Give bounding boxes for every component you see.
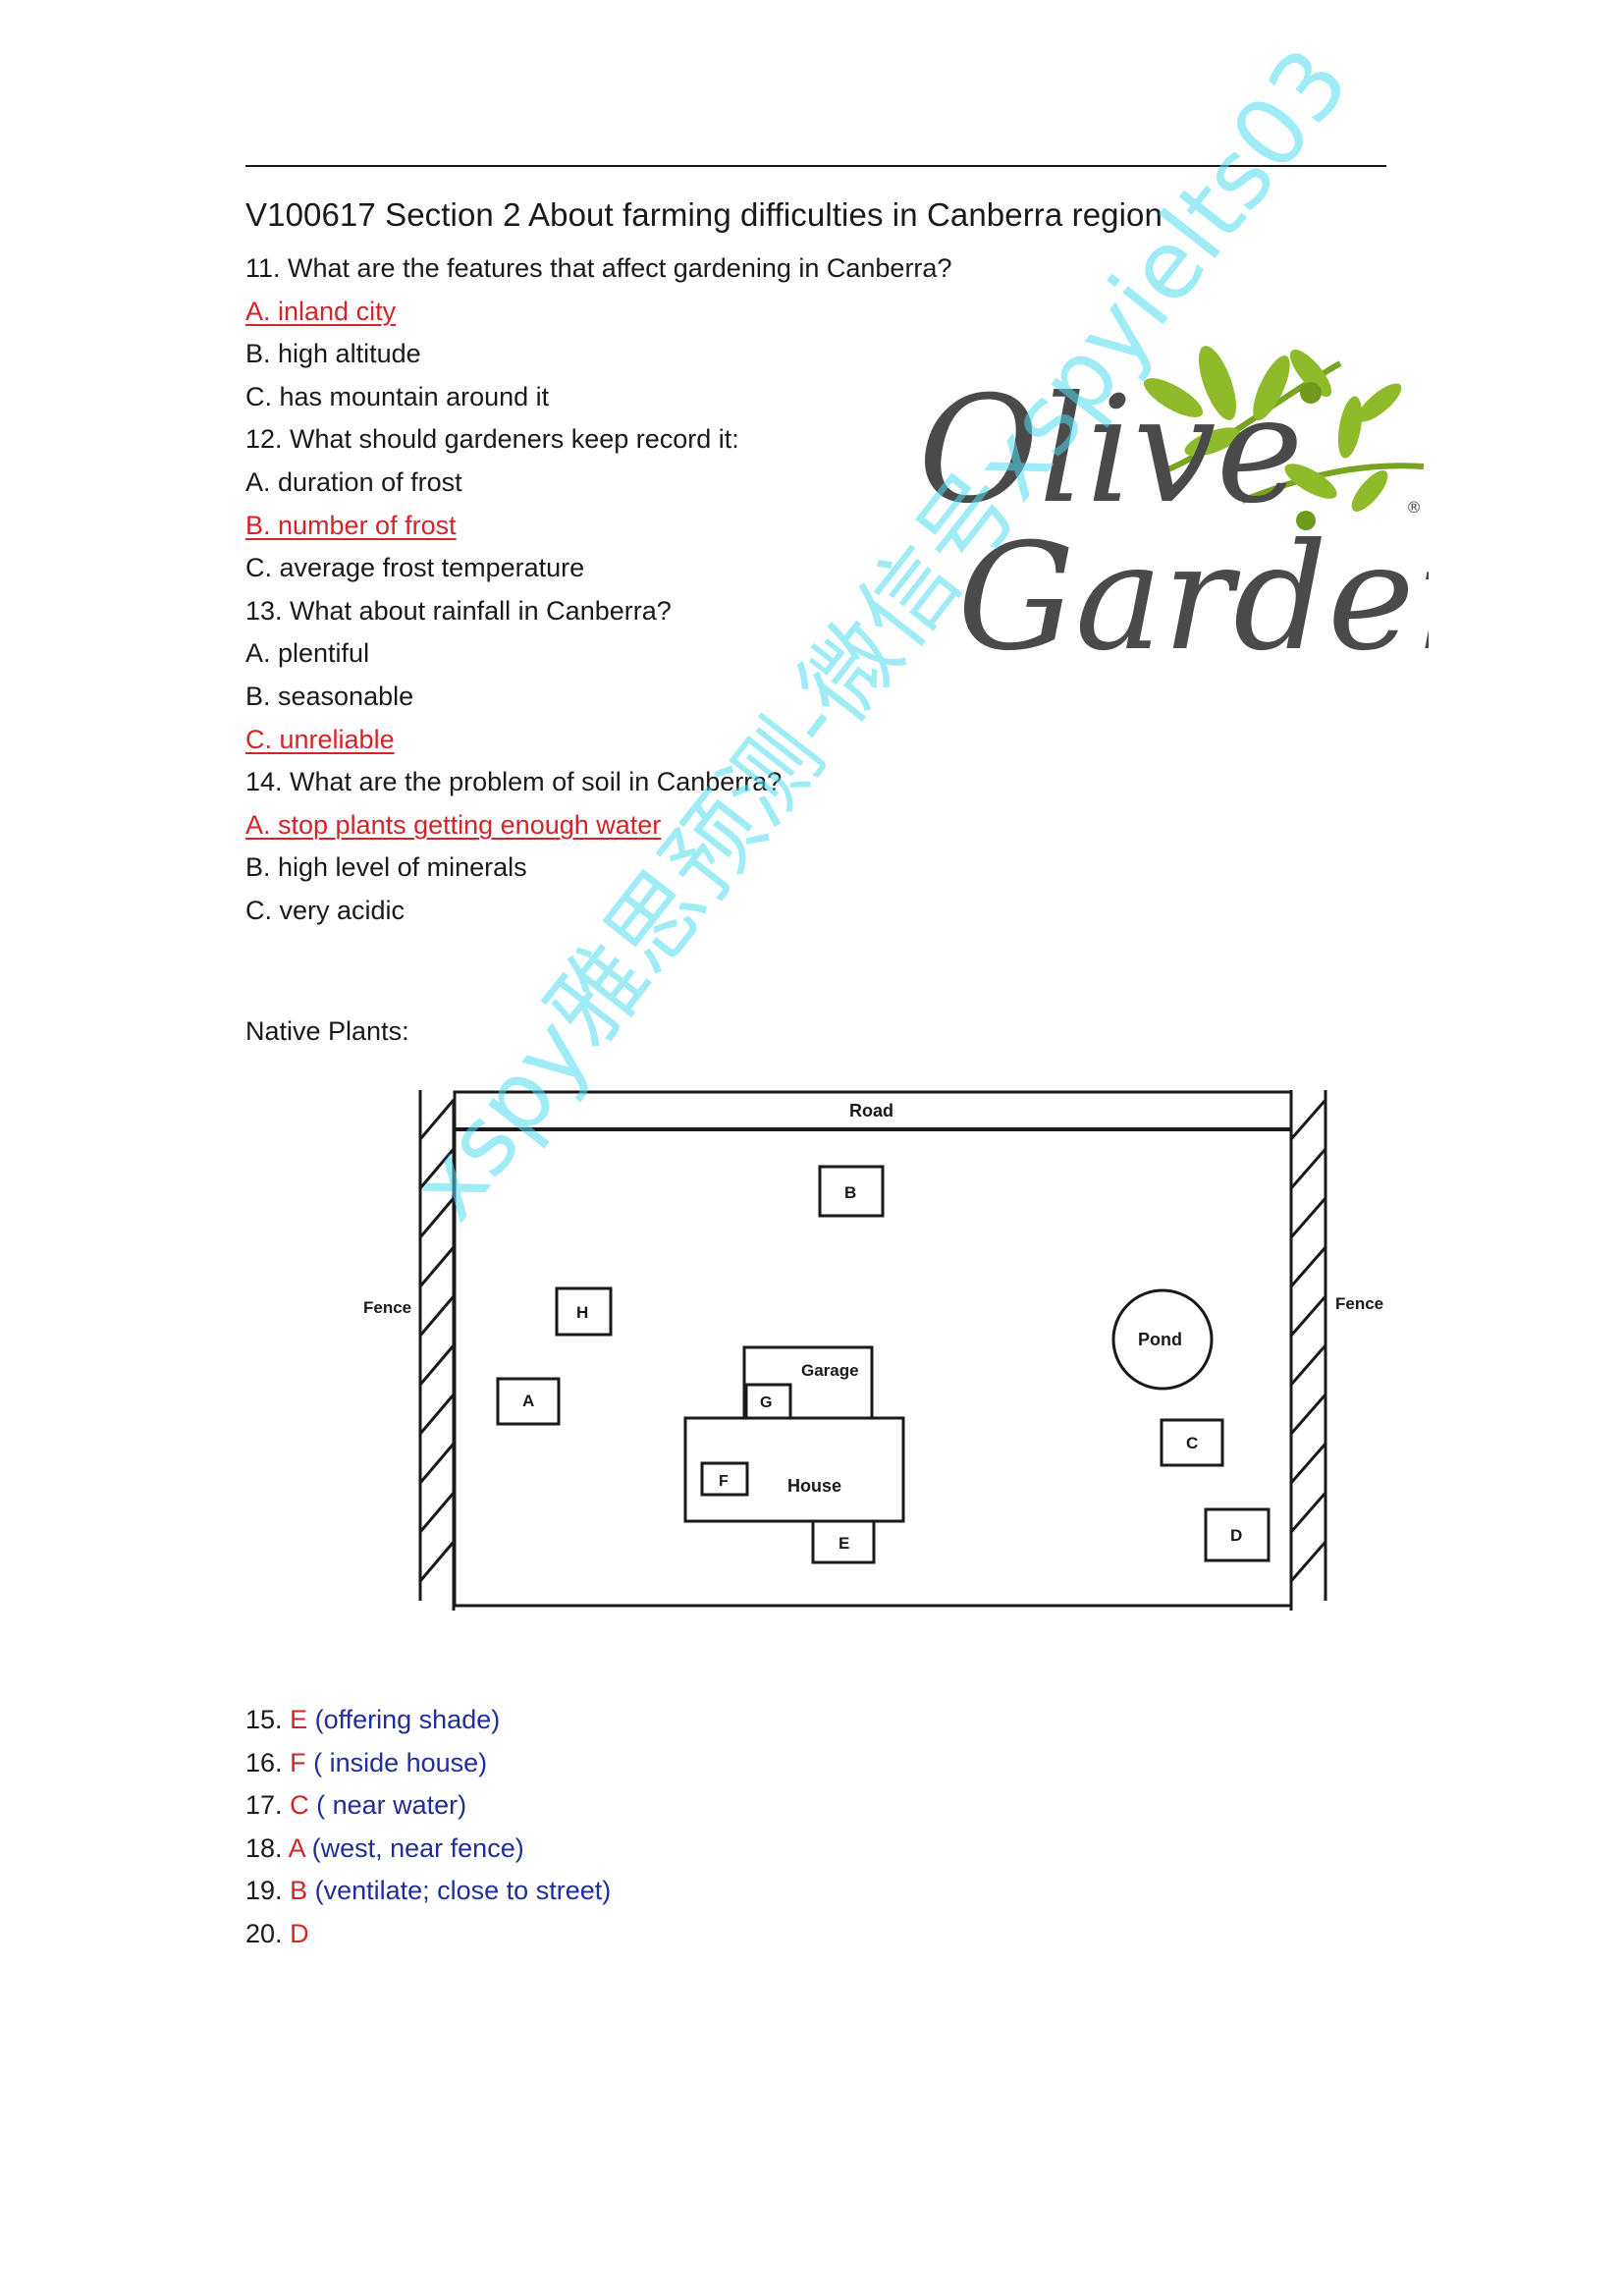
answer-letter: F: [290, 1747, 306, 1777]
question-line: A. duration of frost: [245, 466, 462, 497]
question-line: 14. What are the problem of soil in Canb…: [245, 767, 783, 797]
answer-note: (ventilate; close to street): [314, 1876, 612, 1906]
logo-line2: Garden: [957, 513, 1429, 683]
answer-list: 15. E (offering shade) 16. F ( inside ho…: [245, 1699, 611, 1956]
logo-line1: Olive: [918, 365, 1303, 536]
top-rule: [245, 165, 1386, 167]
answer-letter: A: [288, 1832, 305, 1863]
answer-number: 15.: [245, 1705, 283, 1734]
answer-number: 20.: [245, 1918, 283, 1948]
fence-right-label: Fence: [1335, 1294, 1383, 1313]
answer-number: 18.: [245, 1832, 283, 1863]
question-line: C. unreliable: [245, 724, 395, 754]
house-label: House: [787, 1476, 841, 1496]
pond-label: Pond: [1138, 1330, 1182, 1349]
plant-label-h: H: [576, 1303, 588, 1322]
plant-label-g: G: [760, 1394, 772, 1411]
garden-map: Fence Fence Road B H A Garage G House F …: [363, 1090, 1383, 1611]
fence-left-label: Fence: [363, 1298, 411, 1317]
plant-label-c: C: [1186, 1434, 1198, 1452]
plant-label-a: A: [522, 1392, 534, 1410]
question-line: 11. What are the features that affect ga…: [245, 253, 952, 283]
question-line: 13. What about rainfall in Canberra?: [245, 595, 672, 626]
question-line: A. plentiful: [245, 638, 370, 669]
house-outline: [683, 1416, 905, 1523]
page-title: V100617 Section 2 About farming difficul…: [245, 196, 1163, 233]
answer-number: 17.: [245, 1790, 283, 1821]
plant-label-f: F: [719, 1473, 729, 1490]
plant-label-b: B: [844, 1183, 856, 1202]
answer-row: 18. A (west, near fence): [245, 1828, 611, 1871]
fence-right: [1289, 1090, 1327, 1611]
answer-row: 16. F ( inside house): [245, 1742, 611, 1785]
question-line: C. has mountain around it: [245, 381, 550, 411]
answer-letter: C: [290, 1790, 309, 1821]
answer-letter: B: [290, 1876, 308, 1906]
answer-row: 19. B (ventilate; close to street): [245, 1870, 611, 1913]
question-line: 12. What should gardeners keep record it…: [245, 424, 739, 455]
answer-letter: D: [290, 1918, 309, 1948]
question-line: A. inland city: [245, 296, 397, 326]
logo-registered-mark: ®: [1406, 498, 1422, 517]
answer-row: 20. D: [245, 1913, 611, 1956]
olive-garden-logo: Olive Garden ®: [918, 346, 1429, 683]
answer-row: 15. E (offering shade): [245, 1699, 611, 1742]
question-line: B. seasonable: [245, 681, 414, 711]
fence-left: [418, 1090, 456, 1611]
question-line: C. average frost temperature: [245, 553, 585, 583]
question-line: A. stop plants getting enough water: [245, 809, 662, 840]
road-label: Road: [849, 1101, 893, 1121]
answer-number: 19.: [245, 1876, 283, 1906]
answer-note: ( inside house): [313, 1747, 488, 1777]
question-line: B. number of frost: [245, 510, 457, 540]
answer-letter: E: [290, 1705, 308, 1734]
question-list: 11. What are the features that affect ga…: [245, 247, 951, 933]
answer-row: 17. C ( near water): [245, 1784, 611, 1828]
answer-note: (west, near fence): [311, 1832, 524, 1863]
answer-number: 16.: [245, 1747, 283, 1777]
question-line: C. very acidic: [245, 895, 406, 925]
garage-label: Garage: [801, 1361, 859, 1380]
native-plants-label: Native Plants:: [245, 1016, 409, 1046]
question-line: B. high level of minerals: [245, 852, 527, 883]
question-line: B. high altitude: [245, 339, 421, 369]
plant-label-e: E: [839, 1534, 849, 1553]
answer-note: (offering shade): [314, 1705, 501, 1734]
answer-note: ( near water): [316, 1790, 467, 1821]
plant-label-d: D: [1230, 1526, 1242, 1545]
